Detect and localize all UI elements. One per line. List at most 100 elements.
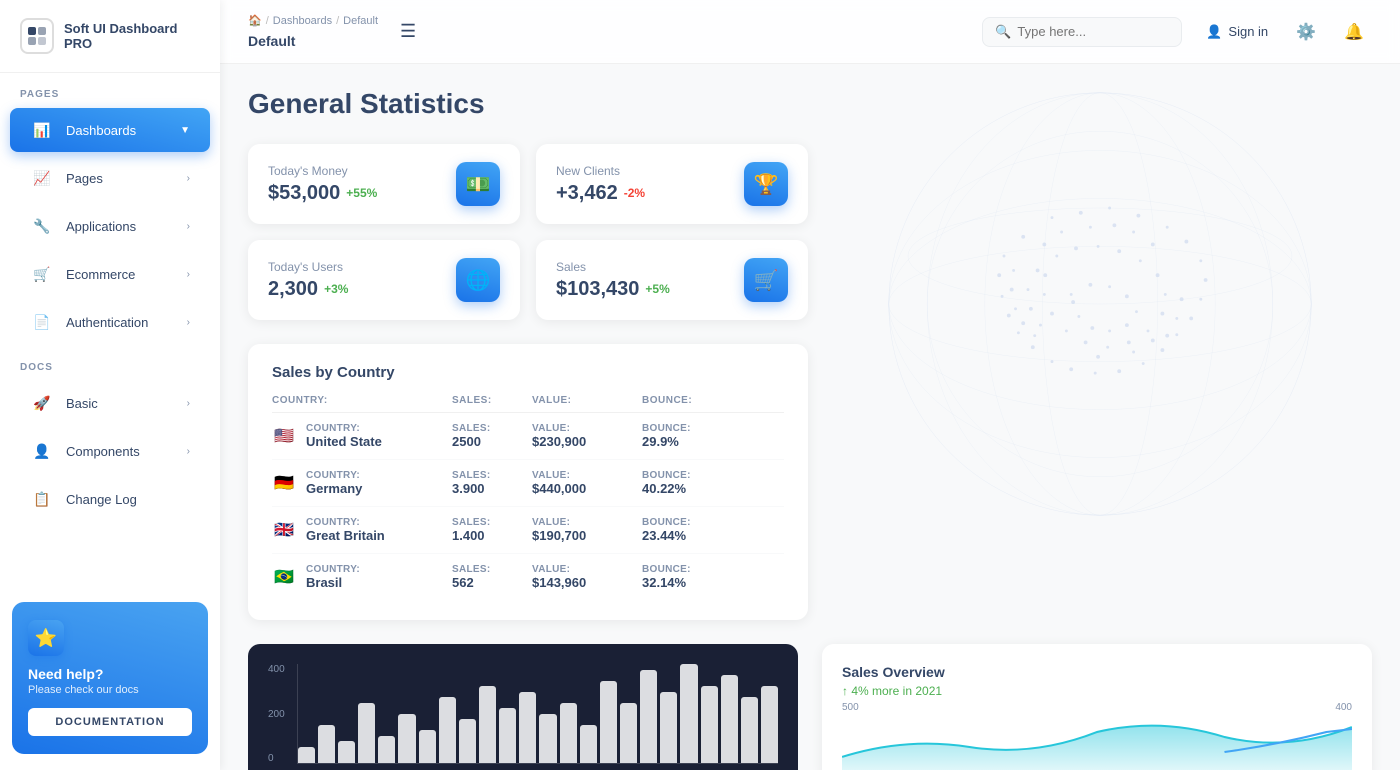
sidebar-item-pages[interactable]: 📈 Pages › bbox=[10, 156, 210, 200]
bar-chart-bar bbox=[318, 725, 335, 764]
sales-overview-chart: 500 400 bbox=[842, 698, 1352, 770]
main-content: 🏠 / Dashboards / Default Default ☰ 🔍 👤 S… bbox=[220, 0, 1400, 770]
col-header-bounce: Bounce: bbox=[642, 395, 742, 406]
bar-chart-bars bbox=[297, 664, 778, 764]
pages-icon: 📈 bbox=[30, 166, 54, 190]
bar-chart-card: 400 200 0 bbox=[248, 644, 798, 770]
bar-chart-bar bbox=[560, 703, 577, 764]
sales-gb: Sales: 1.400 bbox=[452, 517, 532, 543]
breadcrumb-parent[interactable]: Dashboards bbox=[273, 15, 332, 27]
country-name-de: 🇩🇪 Country: Germany bbox=[272, 470, 452, 496]
country-row-de: 🇩🇪 Country: Germany Sales: 3.900 Value: … bbox=[272, 460, 784, 507]
globe-decoration bbox=[800, 64, 1400, 544]
documentation-button[interactable]: DOCUMENTATION bbox=[28, 708, 192, 736]
gear-icon: ⚙️ bbox=[1296, 22, 1316, 42]
bottom-row: 400 200 0 Sales Overview ↑ 4% more in 20… bbox=[248, 644, 1372, 770]
sidebar-item-components[interactable]: 👤 Components › bbox=[10, 429, 210, 473]
country-name-gb: 🇬🇧 Country: Great Britain bbox=[272, 517, 452, 543]
stat-icon-clients: 🏆 bbox=[744, 162, 788, 206]
topbar: 🏠 / Dashboards / Default Default ☰ 🔍 👤 S… bbox=[220, 0, 1400, 64]
components-icon: 👤 bbox=[30, 439, 54, 463]
flag-de: 🇩🇪 bbox=[272, 475, 296, 491]
sales-de: Sales: 3.900 bbox=[452, 470, 532, 496]
flag-br: 🇧🇷 bbox=[272, 569, 296, 585]
flag-us: 🇺🇸 bbox=[272, 428, 296, 444]
country-value-gb: Great Britain bbox=[306, 528, 385, 543]
breadcrumb-current: Default bbox=[248, 33, 295, 49]
bar-chart-bar bbox=[701, 686, 718, 763]
stat-label-clients: New Clients bbox=[556, 164, 645, 178]
sidebar: Soft UI Dashboard PRO PAGES 📊 Dashboards… bbox=[0, 0, 220, 770]
bar-chart-bar bbox=[499, 708, 516, 763]
flag-gb: 🇬🇧 bbox=[272, 522, 296, 538]
sidebar-item-ecommerce[interactable]: 🛒 Ecommerce › bbox=[10, 252, 210, 296]
stat-info-users: Today's Users 2,300 +3% bbox=[268, 260, 348, 301]
stat-label-sales: Sales bbox=[556, 260, 670, 274]
breadcrumb-sep1: / bbox=[266, 15, 269, 27]
sidebar-label-components: Components bbox=[66, 444, 175, 459]
sidebar-item-applications[interactable]: 🔧 Applications › bbox=[10, 204, 210, 248]
chevron-right-icon-ecom: › bbox=[187, 269, 190, 280]
breadcrumb-leaf: Default bbox=[343, 15, 378, 27]
stat-value-users: 2,300 +3% bbox=[268, 278, 348, 301]
stat-label-money: Today's Money bbox=[268, 164, 377, 178]
bar-chart-bar bbox=[358, 703, 375, 764]
applications-icon: 🔧 bbox=[30, 214, 54, 238]
settings-button[interactable]: ⚙️ bbox=[1288, 16, 1324, 48]
stat-info-sales: Sales $103,430 +5% bbox=[556, 260, 670, 301]
notifications-button[interactable]: 🔔 bbox=[1336, 16, 1372, 48]
bar-chart-bar bbox=[680, 664, 697, 763]
overview-y-400: 400 bbox=[1335, 702, 1352, 713]
sidebar-label-authentication: Authentication bbox=[66, 315, 175, 330]
home-icon: 🏠 bbox=[248, 14, 262, 27]
stat-change-sales: +5% bbox=[645, 282, 669, 296]
stats-grid: Today's Money $53,000 +55% 💵 New Clients… bbox=[248, 144, 808, 320]
bar-chart-bar bbox=[721, 675, 738, 763]
bell-icon: 🔔 bbox=[1344, 22, 1364, 42]
sidebar-item-dashboards[interactable]: 📊 Dashboards ▼ bbox=[10, 108, 210, 152]
sidebar-item-changelog[interactable]: 📋 Change Log bbox=[10, 477, 210, 521]
country-name-us: 🇺🇸 Country: United State bbox=[272, 423, 452, 449]
bar-chart-bar bbox=[459, 719, 476, 763]
bar-chart-bar bbox=[761, 686, 778, 763]
help-star-icon: ⭐ bbox=[28, 620, 64, 656]
stat-info-money: Today's Money $53,000 +55% bbox=[268, 164, 377, 205]
country-name-br: 🇧🇷 Country: Brasil bbox=[272, 564, 452, 590]
bar-chart-bar bbox=[539, 714, 556, 764]
bar-chart-bar bbox=[519, 692, 536, 764]
stat-card-users: Today's Users 2,300 +3% 🌐 bbox=[248, 240, 520, 320]
hamburger-button[interactable]: ☰ bbox=[394, 15, 422, 48]
chevron-down-icon: ▼ bbox=[180, 125, 190, 136]
bar-chart-bar bbox=[338, 741, 355, 763]
country-table-header: Country: Sales: Value: Bounce: bbox=[272, 395, 784, 413]
bar-chart-bar bbox=[398, 714, 415, 764]
sign-in-button[interactable]: 👤 Sign in bbox=[1198, 18, 1276, 46]
help-title: Need help? bbox=[28, 666, 192, 682]
topbar-actions: 👤 Sign in ⚙️ 🔔 bbox=[1198, 16, 1372, 48]
bar-chart-bar bbox=[741, 697, 758, 763]
page-title: General Statistics bbox=[248, 88, 1372, 120]
chart-y-200: 200 bbox=[268, 709, 285, 720]
sidebar-label-applications: Applications bbox=[66, 219, 175, 234]
sidebar-label-basic: Basic bbox=[66, 396, 175, 411]
stat-change-users: +3% bbox=[324, 282, 348, 296]
chevron-right-icon-apps: › bbox=[187, 221, 190, 232]
stat-card-money: Today's Money $53,000 +55% 💵 bbox=[248, 144, 520, 224]
stat-value-clients: +3,462 -2% bbox=[556, 182, 645, 205]
search-input[interactable] bbox=[1017, 24, 1169, 39]
sales-overview-card: Sales Overview ↑ 4% more in 2021 500 400 bbox=[822, 644, 1372, 770]
sidebar-item-authentication[interactable]: 📄 Authentication › bbox=[10, 300, 210, 344]
bar-chart-bar bbox=[580, 725, 597, 764]
search-bar: 🔍 bbox=[982, 17, 1182, 47]
stat-change-money: +55% bbox=[346, 186, 377, 200]
sidebar-label-pages: Pages bbox=[66, 171, 175, 186]
logo-icon bbox=[20, 18, 54, 54]
stat-card-clients: New Clients +3,462 -2% 🏆 bbox=[536, 144, 808, 224]
chevron-right-icon-comp: › bbox=[187, 446, 190, 457]
stat-icon-money: 💵 bbox=[456, 162, 500, 206]
sign-in-label: Sign in bbox=[1228, 24, 1268, 39]
help-box: ⭐ Need help? Please check our docs DOCUM… bbox=[12, 602, 208, 754]
overview-y-500: 500 bbox=[842, 702, 859, 713]
sidebar-item-basic[interactable]: 🚀 Basic › bbox=[10, 381, 210, 425]
country-value-de: Germany bbox=[306, 481, 362, 496]
